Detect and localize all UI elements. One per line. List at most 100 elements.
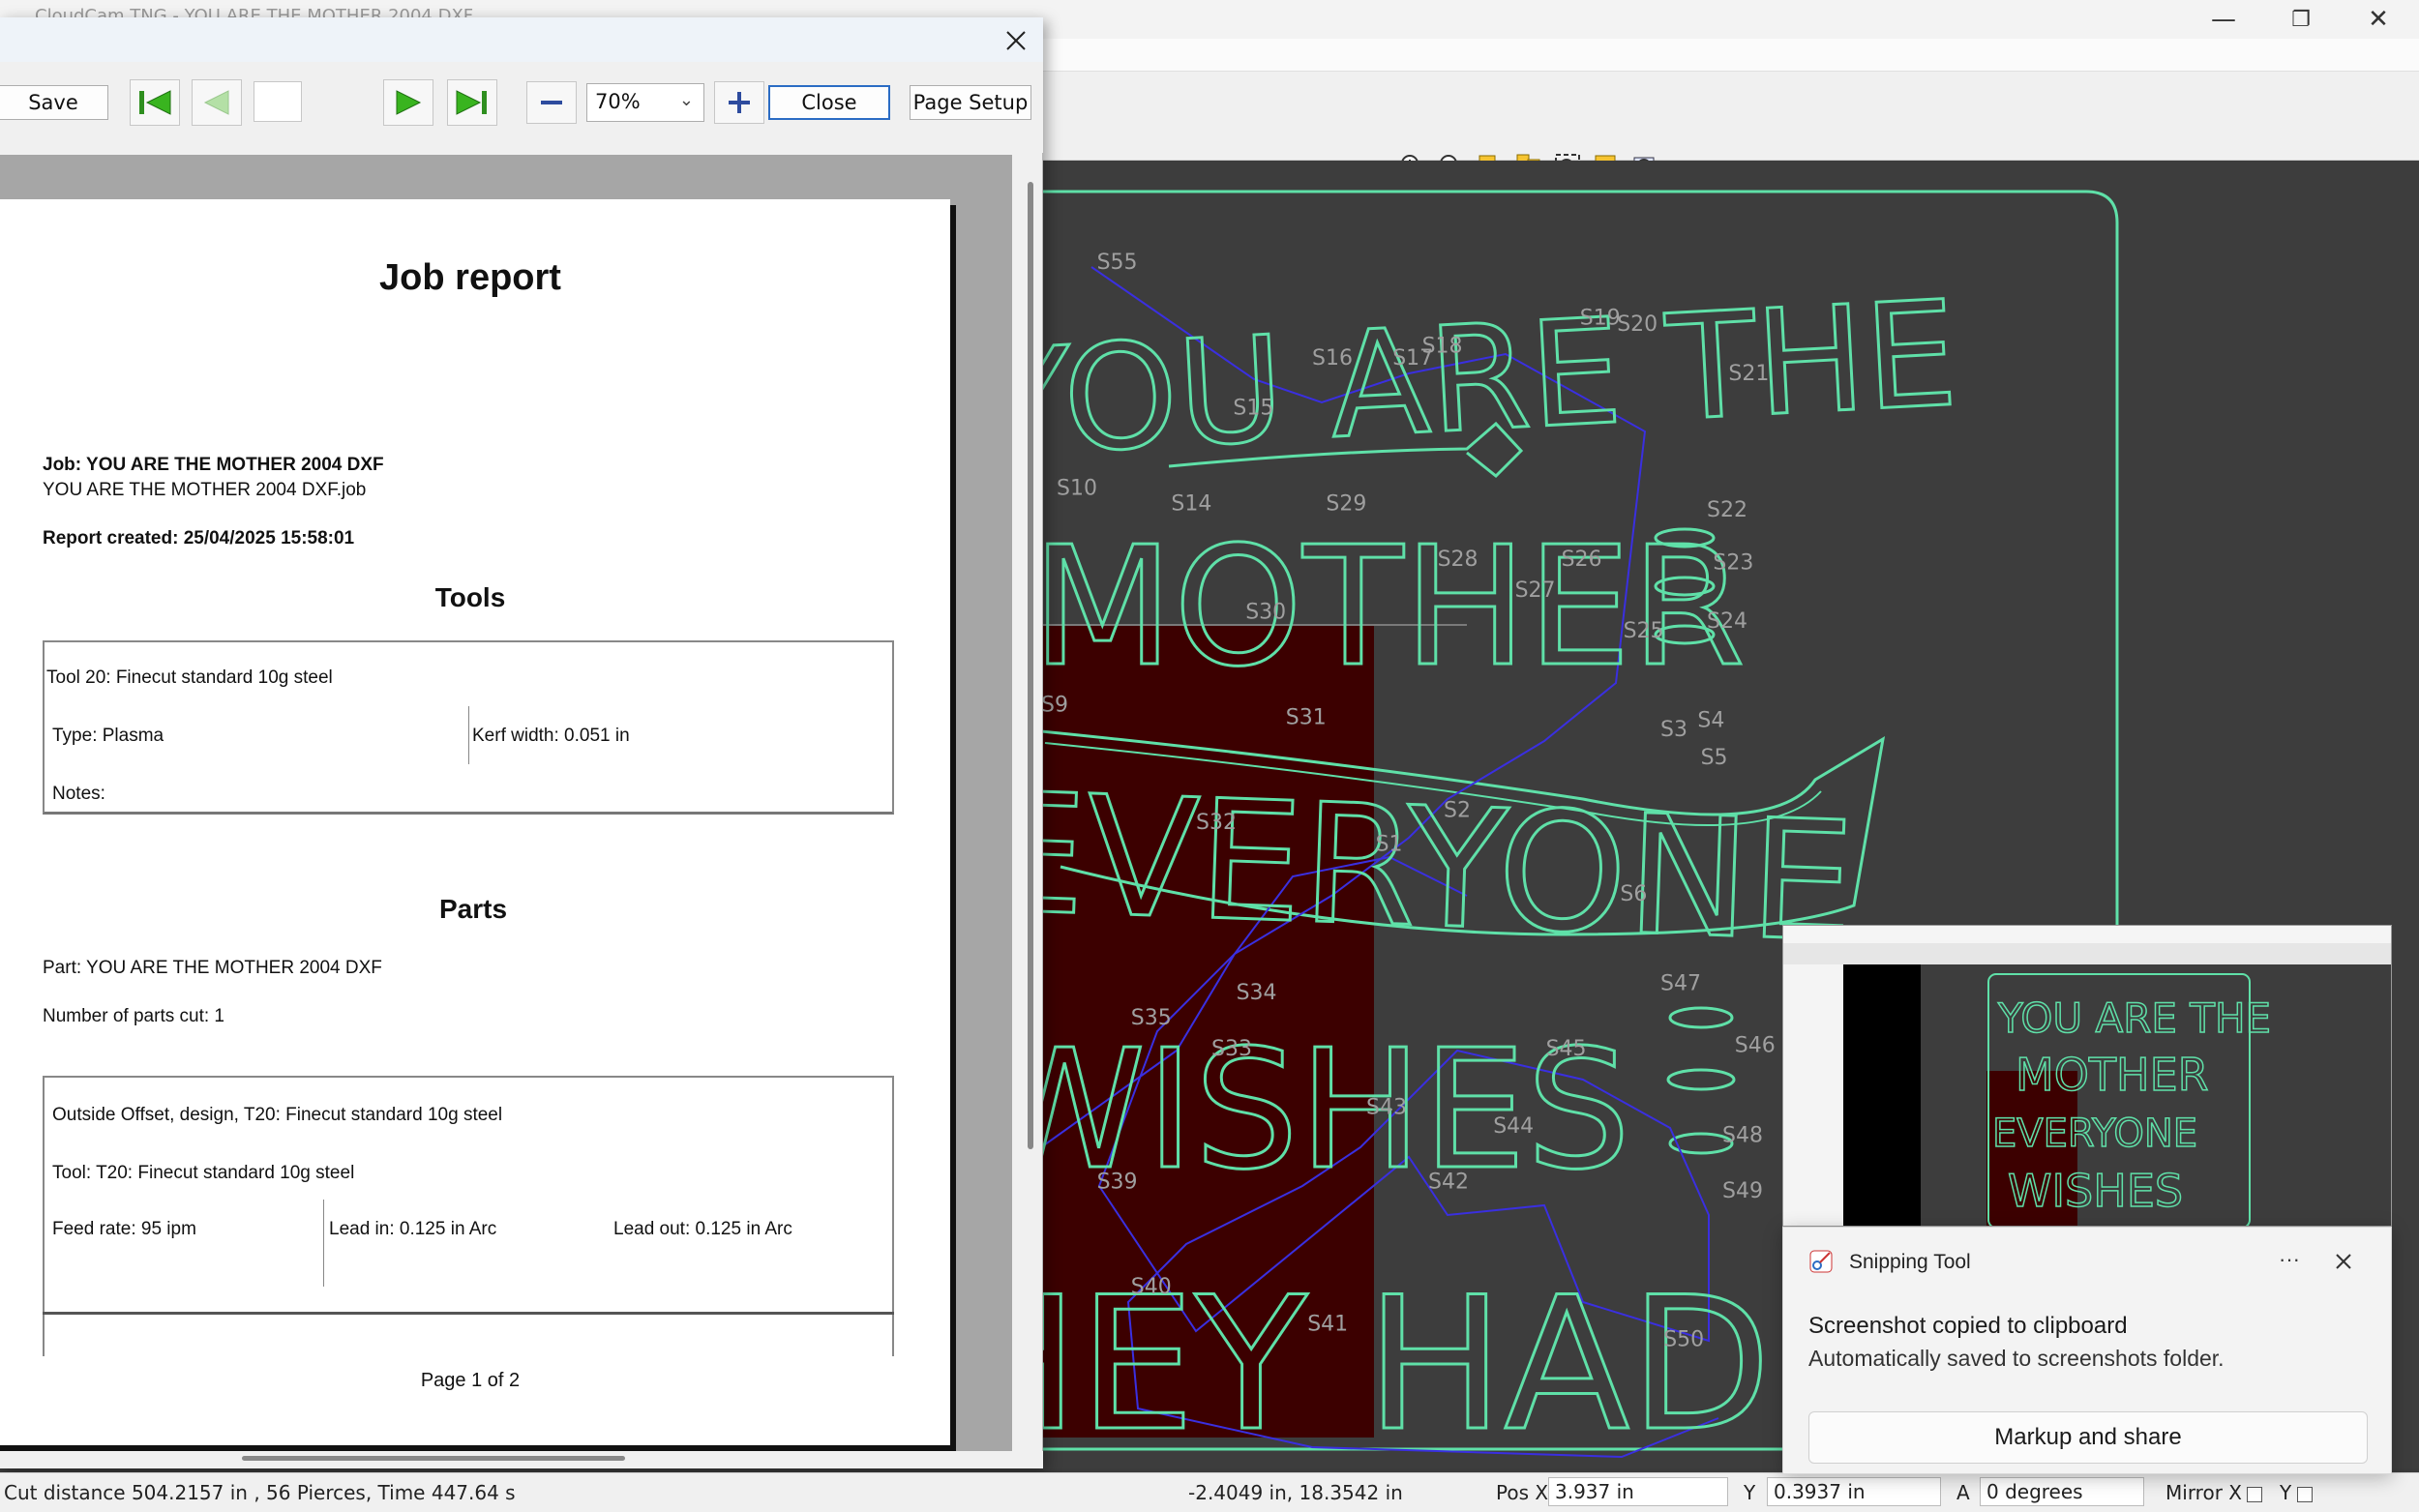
snipping-tool-icon	[1808, 1249, 1834, 1274]
segment-label: S26	[1562, 548, 1602, 572]
pos-y-label: Y	[1744, 1481, 1756, 1504]
segment-label: S42	[1428, 1170, 1469, 1194]
operation-name: Outside Offset, design, T20: Finecut sta…	[52, 1105, 503, 1125]
restore-button[interactable]: ❐	[2262, 0, 2340, 39]
segment-label: S29	[1326, 492, 1366, 517]
feed-rate: Feed rate: 95 ipm	[52, 1219, 196, 1239]
operation-divider	[323, 1200, 324, 1287]
mirror-y-checkbox[interactable]	[2293, 1481, 2313, 1504]
zoom-value: 70%	[595, 90, 641, 113]
segment-label: S6	[1620, 882, 1647, 906]
parts-cut: Number of parts cut: 1	[43, 1006, 224, 1026]
preview-titlebar	[0, 17, 1043, 62]
segment-label: S35	[1131, 1006, 1172, 1030]
report-title: Job report	[379, 257, 561, 298]
segment-label: S27	[1515, 578, 1556, 603]
segment-label: S21	[1728, 362, 1769, 386]
thumb-line: YOU ARE THE	[1997, 994, 2271, 1042]
statusbar: Cut distance 504.2157 in , 56 Pierces, T…	[0, 1472, 2419, 1512]
segment-label: S55	[1097, 251, 1138, 275]
pos-x-label: Pos X	[1496, 1481, 1549, 1504]
segment-label: S16	[1312, 346, 1353, 371]
parts-heading: Parts	[438, 894, 508, 924]
cursor-position: -2.4049 in, 18.3542 in	[1188, 1481, 1403, 1504]
minimize-button[interactable]: —	[2185, 0, 2262, 39]
snipping-tool-toast: Snipping Tool ··· Screenshot copied to c…	[1782, 1227, 2392, 1474]
close-button[interactable]: Close	[768, 85, 890, 120]
toast-close-icon[interactable]	[2331, 1249, 2356, 1274]
segment-label: S28	[1438, 548, 1478, 572]
part-name: Part: YOU ARE THE MOTHER 2004 DXF	[43, 958, 382, 978]
design-line: YOU ARE THE	[1041, 270, 1961, 489]
snipping-app-name: Snipping Tool	[1849, 1251, 1971, 1273]
segment-label: S46	[1735, 1034, 1776, 1058]
segment-label: S4	[1697, 709, 1724, 733]
app-close-button[interactable]: ✕	[2340, 0, 2417, 39]
kerf-width: Kerf width: 0.051 in	[472, 726, 630, 746]
zoom-out-button[interactable]	[526, 81, 577, 124]
tool-divider	[468, 706, 469, 764]
zoom-select[interactable]: 70% ⌄	[586, 83, 704, 122]
segment-label: S14	[1171, 492, 1211, 517]
segment-label: S33	[1211, 1037, 1252, 1061]
lead-out: Lead out: 0.125 in Arc	[613, 1219, 792, 1239]
cut-summary: Cut distance 504.2157 in , 56 Pierces, T…	[4, 1481, 516, 1504]
lead-in: Lead in: 0.125 in Arc	[329, 1219, 497, 1239]
toast-headline: Screenshot copied to clipboard	[1808, 1313, 2128, 1339]
segment-label: S44	[1493, 1114, 1534, 1139]
segment-label: S5	[1701, 746, 1728, 770]
job-file: YOU ARE THE MOTHER 2004 DXF.job	[43, 480, 367, 500]
chevron-down-icon: ⌄	[678, 90, 694, 110]
print-preview-window: Save 70% ⌄ Close Page Setup Job report J…	[0, 17, 1043, 1468]
next-page-button[interactable]	[383, 79, 433, 126]
segment-label: S24	[1707, 609, 1747, 634]
report-created: Report created: 25/04/2025 15:58:01	[43, 528, 355, 548]
mirror-x-checkbox[interactable]	[2243, 1481, 2262, 1504]
first-page-button[interactable]	[130, 79, 180, 126]
segment-label: S41	[1307, 1313, 1348, 1337]
preview-close-icon[interactable]	[997, 21, 1035, 60]
segment-label: S40	[1131, 1275, 1172, 1299]
tools-heading: Tools	[434, 582, 506, 612]
angle-field[interactable]: 0 degrees	[1980, 1477, 2144, 1506]
segment-label: S48	[1722, 1123, 1763, 1147]
page-rule	[43, 1312, 894, 1315]
segment-label: S47	[1660, 972, 1701, 996]
zoom-in-button[interactable]	[714, 81, 764, 124]
screenshot-thumbnail[interactable]: YOU ARE THE MOTHER EVERYONE WISHES	[1782, 925, 2392, 1227]
segment-label: S43	[1366, 1096, 1407, 1120]
segment-label: S20	[1617, 312, 1657, 337]
page-number-input[interactable]	[254, 81, 302, 122]
segment-label: S45	[1546, 1037, 1587, 1061]
segment-label: S50	[1663, 1328, 1704, 1352]
segment-label: S49	[1722, 1179, 1763, 1203]
pos-x-field[interactable]: 3.937 in	[1548, 1477, 1728, 1506]
mirror-y-label: Y	[2280, 1481, 2292, 1504]
more-options-button[interactable]: ···	[2279, 1247, 2300, 1272]
segment-label: S34	[1237, 981, 1277, 1005]
thumb-line: WISHES	[2008, 1165, 2183, 1217]
segment-label: S22	[1707, 498, 1747, 522]
mirror-x-label: Mirror X	[2165, 1481, 2242, 1504]
design-line: MOTHER	[1041, 512, 1746, 703]
segment-label: S19	[1580, 307, 1621, 331]
operation-tool: Tool: T20: Finecut standard 10g steel	[52, 1163, 355, 1183]
horizontal-scroll-thumb[interactable]	[242, 1456, 625, 1461]
preview-viewport[interactable]: Job report Job: YOU ARE THE MOTHER 2004 …	[0, 155, 1012, 1451]
segment-label: S10	[1057, 477, 1097, 501]
tool-name: Tool 20: Finecut standard 10g steel	[46, 667, 333, 688]
preview-vertical-scrollbar[interactable]	[1012, 155, 1041, 1451]
save-button[interactable]: Save	[0, 85, 108, 120]
previous-page-button[interactable]	[192, 79, 242, 126]
design-line: EVERYONE	[1041, 757, 1857, 979]
segment-label: S30	[1245, 601, 1286, 625]
segment-label: S31	[1286, 705, 1327, 729]
markup-and-share-button[interactable]: Markup and share	[1808, 1411, 2368, 1464]
page-setup-button[interactable]: Page Setup	[910, 85, 1031, 120]
vertical-scroll-thumb[interactable]	[1028, 182, 1033, 1149]
pos-y-field[interactable]: 0.3937 in	[1767, 1477, 1941, 1506]
job-name: Job: YOU ARE THE MOTHER 2004 DXF	[43, 455, 384, 475]
segment-label: S18	[1422, 334, 1463, 358]
segment-label: S39	[1097, 1170, 1138, 1194]
last-page-button[interactable]	[447, 79, 497, 126]
